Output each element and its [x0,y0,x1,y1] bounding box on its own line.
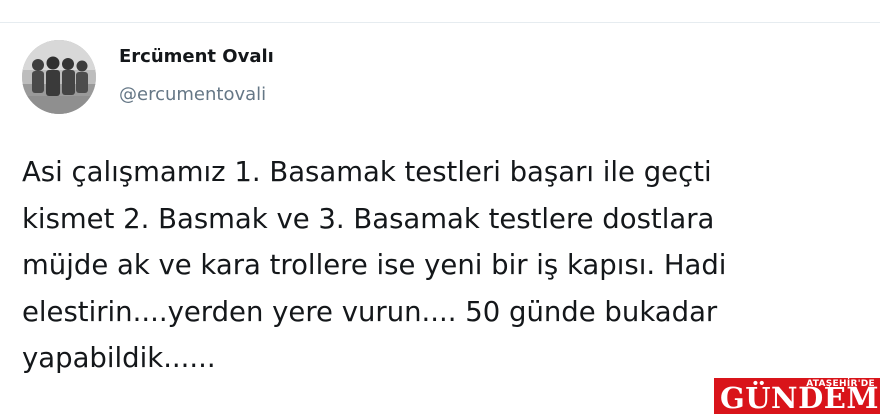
tweet-text-line: kismet 2. Basmak ve 3. Basamak testlere … [22,202,715,235]
cropped-footer [22,406,682,414]
avatar-image [22,40,96,114]
watermark-logo: ATAŞEHİR'DE GÜNDEM [714,378,880,414]
tweet-text-line: müjde ak ve kara trollere ise yeni bir i… [22,249,727,281]
author-handle[interactable]: @ercumentovali [119,84,266,105]
avatar[interactable] [22,40,96,114]
tweet-text-line: elestirin....yerden yere vurun.... 50 gü… [22,295,718,328]
tweet-text: Asi çalışmamız 1. Basamak testleri başar… [22,149,872,382]
tweet-card: Ercüment Ovalı @ercumentovali Asi çalışm… [0,0,880,414]
author-display-name[interactable]: Ercüment Ovalı [119,46,274,67]
watermark-title: GÜNDEM [720,381,879,414]
top-divider [0,22,880,23]
tweet-text-line: Asi çalışmamız 1. Basamak testleri başar… [22,156,712,188]
tweet-text-line: yapabildik...... [22,342,216,374]
